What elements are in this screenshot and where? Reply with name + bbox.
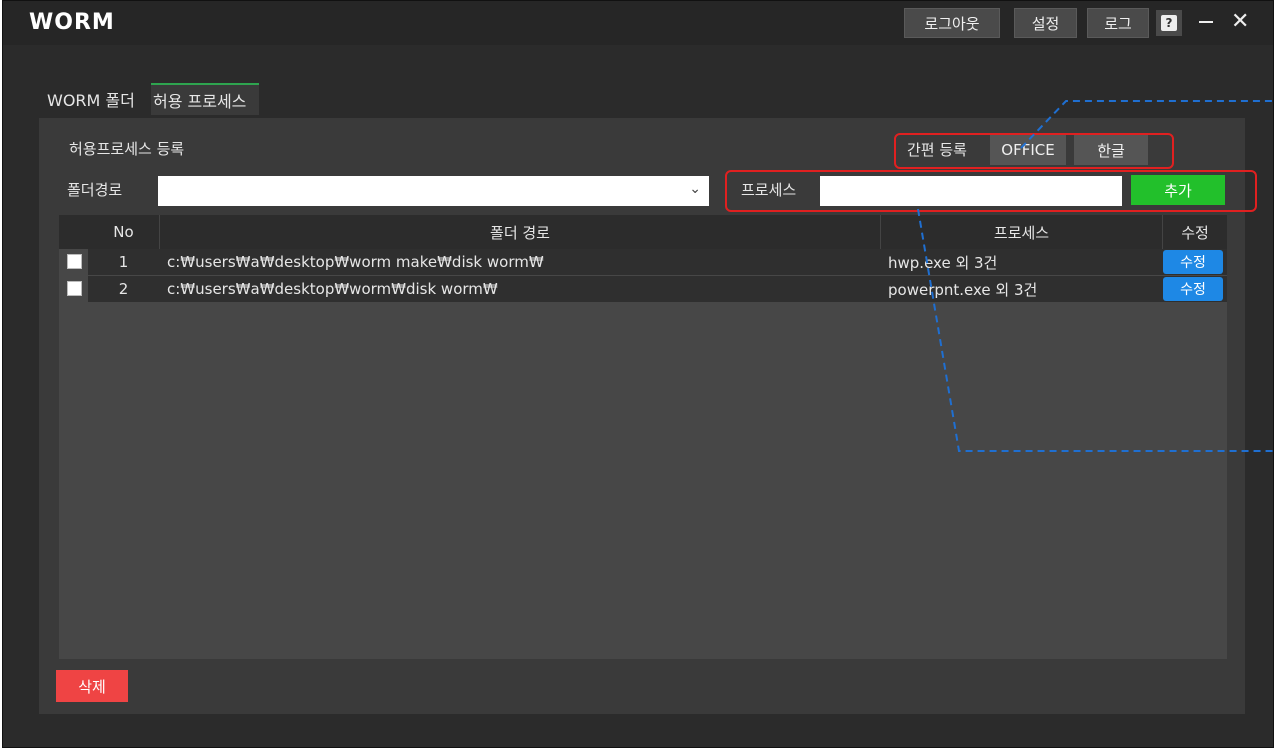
add-button[interactable]: 추가: [1131, 175, 1225, 205]
app-logo: WORM: [29, 10, 115, 35]
table-row: 1 c:₩users₩a₩desktop₩worm make₩disk worm…: [59, 249, 1227, 275]
quick-register-label: 간편 등록: [907, 141, 967, 159]
tab-allowed-process[interactable]: 허용 프로세스: [151, 83, 259, 115]
process-label: 프로세스: [741, 181, 797, 199]
logout-button[interactable]: 로그아웃: [904, 8, 1000, 38]
app-window: WORM 로그아웃 설정 로그 ? ✕ WORM 폴더 허용 프로세스 허용프로…: [2, 0, 1275, 748]
header-no: No: [113, 223, 134, 241]
row-edit-button[interactable]: 수정: [1163, 277, 1223, 301]
process-input[interactable]: [820, 176, 1122, 206]
title-bar: WORM 로그아웃 설정 로그 ? ✕: [3, 1, 1273, 45]
folder-path-label: 폴더경로: [67, 181, 123, 199]
header-folder-path: 폴더 경로: [490, 223, 550, 242]
header-process: 프로세스: [993, 223, 1050, 242]
tab-worm-folder[interactable]: WORM 폴더: [47, 83, 135, 115]
process-table: No 폴더 경로 프로세스 수정 1 c:₩users₩a₩desktop₩wo…: [59, 215, 1227, 659]
settings-button[interactable]: 설정: [1014, 8, 1077, 38]
row-edit-button[interactable]: 수정: [1163, 250, 1223, 274]
log-button[interactable]: 로그: [1087, 8, 1149, 38]
row-checkbox[interactable]: [67, 254, 82, 269]
minimize-icon[interactable]: [1199, 21, 1213, 23]
section-title: 허용프로세스 등록: [69, 140, 185, 158]
delete-button[interactable]: 삭제: [56, 670, 128, 702]
row-folder-path: c:₩users₩a₩desktop₩worm₩disk worm₩: [167, 280, 498, 298]
table-header: No 폴더 경로 프로세스 수정: [59, 215, 1227, 249]
help-icon[interactable]: ?: [1156, 10, 1182, 36]
help-glyph: ?: [1161, 15, 1177, 31]
table-row: 2 c:₩users₩a₩desktop₩worm₩disk worm₩ pow…: [59, 276, 1227, 302]
row-no: 1: [118, 253, 129, 271]
row-folder-path: c:₩users₩a₩desktop₩worm make₩disk worm₩: [167, 253, 544, 271]
allowed-process-panel: 허용프로세스 등록 간편 등록 OFFICE 한글 폴더경로 ⌄ 프로세스 추가…: [39, 118, 1257, 714]
header-edit: 수정: [1181, 223, 1209, 242]
office-button[interactable]: OFFICE: [990, 135, 1066, 165]
folder-path-select[interactable]: ⌄: [158, 176, 709, 206]
row-process: hwp.exe 외 3건: [888, 253, 998, 272]
row-process: powerpnt.exe 외 3건: [888, 280, 1038, 299]
hangul-button[interactable]: 한글: [1074, 135, 1148, 165]
row-checkbox[interactable]: [67, 281, 82, 296]
close-icon[interactable]: ✕: [1231, 11, 1249, 33]
row-no: 2: [118, 280, 129, 298]
chevron-down-icon: ⌄: [689, 181, 701, 197]
